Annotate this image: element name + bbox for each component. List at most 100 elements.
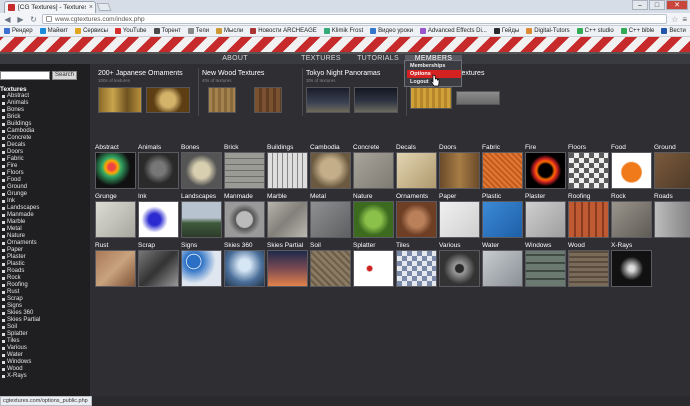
sidebar-item[interactable]: Wood [2,366,40,373]
category-card-skies-partial[interactable]: Skies Partial [267,242,308,287]
category-card-paper[interactable]: Paper [439,193,480,238]
category-label[interactable]: Nature [353,193,394,201]
sidebar-item[interactable]: Soil [2,324,40,331]
feature-new-wood[interactable]: New Wood Textures 40s of textures [202,70,302,120]
sidebar-item[interactable]: X-Rays [2,373,40,380]
category-thumbnail[interactable] [181,250,222,287]
category-card-ink[interactable]: Ink [138,193,179,238]
category-label[interactable]: Fire [525,144,566,152]
category-label[interactable]: Splatter [353,242,394,250]
category-card-soil[interactable]: Soil [310,242,351,287]
feature-thumbnail[interactable] [354,87,398,113]
category-label[interactable]: Tiles [396,242,437,250]
sidebar-item[interactable]: Signs [2,303,40,310]
category-thumbnail[interactable] [439,152,480,189]
category-thumbnail[interactable] [310,152,351,189]
category-thumbnail[interactable] [95,250,136,287]
back-arrow-icon[interactable]: ◀ [3,15,12,24]
sidebar-item[interactable]: Rock [2,275,40,282]
category-label[interactable]: Food [611,144,652,152]
category-label[interactable]: Ground [654,144,690,152]
category-label[interactable]: Paper [439,193,480,201]
category-thumbnail[interactable] [181,152,222,189]
sidebar-item[interactable]: Nature [2,233,40,240]
bookmark-item[interactable]: Digital-Tutors [526,28,570,34]
category-thumbnail[interactable] [267,250,308,287]
category-thumbnail[interactable] [138,201,179,238]
category-thumbnail[interactable] [353,152,394,189]
category-card-splatter[interactable]: Splatter [353,242,394,287]
sidebar-item[interactable]: Plastic [2,261,40,268]
category-card-landscapes[interactable]: Landscapes [181,193,222,238]
category-label[interactable]: Wood [568,242,609,250]
browser-tab[interactable]: [CG Textures] - Textures f × [4,1,96,13]
category-card-concrete[interactable]: Concrete [353,144,394,189]
category-label[interactable]: Water [482,242,523,250]
bookmark-item[interactable]: Вести [661,28,686,34]
category-card-rust[interactable]: Rust [95,242,136,287]
sidebar-item[interactable]: Floors [2,170,40,177]
maximize-button[interactable]: □ [649,0,665,10]
category-label[interactable]: Plaster [525,193,566,201]
category-label[interactable]: Skies Partial [267,242,308,250]
sidebar-item[interactable]: Ink [2,198,40,205]
sidebar-item[interactable]: Splatter [2,331,40,338]
category-thumbnail[interactable] [396,152,437,189]
category-card-bones[interactable]: Bones [181,144,222,189]
category-card-brick[interactable]: Brick [224,144,265,189]
sidebar-item[interactable]: Manmade [2,212,40,219]
category-thumbnail[interactable] [568,152,609,189]
category-card-roads[interactable]: Roads [654,193,690,238]
sidebar-item[interactable]: Roofing [2,282,40,289]
search-input[interactable] [0,71,50,80]
category-card-water[interactable]: Water [482,242,523,287]
category-thumbnail[interactable] [95,152,136,189]
category-thumbnail[interactable] [439,201,480,238]
bookmark-item[interactable]: YouTube [114,28,147,34]
sidebar-item[interactable]: Windows [2,359,40,366]
category-thumbnail[interactable] [525,201,566,238]
bookmark-item[interactable]: Видео уроки [370,28,413,34]
category-label[interactable]: Plastic [482,193,523,201]
category-thumbnail[interactable] [224,201,265,238]
sidebar-item[interactable]: Plaster [2,254,40,261]
category-thumbnail[interactable] [353,250,394,287]
sidebar-item[interactable]: Ground [2,184,40,191]
category-card-marble[interactable]: Marble [267,193,308,238]
bookmark-item[interactable]: Advanced Effects Di... [419,28,487,34]
bookmark-item[interactable]: Майкит [39,28,68,34]
category-label[interactable]: Floors [568,144,609,152]
sidebar-item[interactable]: Skies 360 [2,310,40,317]
category-thumbnail[interactable] [482,250,523,287]
category-label[interactable]: Landscapes [181,193,222,201]
category-card-abstract[interactable]: Abstract [95,144,136,189]
sidebar-item[interactable]: Water [2,352,40,359]
category-label[interactable]: Grunge [95,193,136,201]
minimize-button[interactable]: – [632,0,648,10]
category-label[interactable]: Marble [267,193,308,201]
category-label[interactable]: Brick [224,144,265,152]
category-thumbnail[interactable] [310,250,351,287]
category-label[interactable]: Ink [138,193,179,201]
category-card-x-rays[interactable]: X-Rays [611,242,652,287]
forward-arrow-icon[interactable]: ▶ [16,15,25,24]
sidebar-item[interactable]: Fabric [2,156,40,163]
category-thumbnail[interactable] [138,250,179,287]
category-card-decals[interactable]: Decals [396,144,437,189]
category-card-tiles[interactable]: Tiles [396,242,437,287]
category-thumbnail[interactable] [482,152,523,189]
sidebar-item[interactable]: Decals [2,142,40,149]
reload-icon[interactable]: ↻ [29,15,38,24]
category-label[interactable]: Fabric [482,144,523,152]
bookmark-item[interactable]: Klimik Frost [323,28,363,34]
category-label[interactable]: Abstract [95,144,136,152]
menu-item-memberships[interactable]: Memberships [407,62,461,70]
sidebar-item[interactable]: Skies Partial [2,317,40,324]
sidebar-item[interactable]: Food [2,177,40,184]
category-card-fire[interactable]: Fire [525,144,566,189]
category-thumbnail[interactable] [267,152,308,189]
category-label[interactable]: Animals [138,144,179,152]
category-card-doors[interactable]: Doors [439,144,480,189]
category-thumbnail[interactable] [224,250,265,287]
category-label[interactable]: Bones [181,144,222,152]
